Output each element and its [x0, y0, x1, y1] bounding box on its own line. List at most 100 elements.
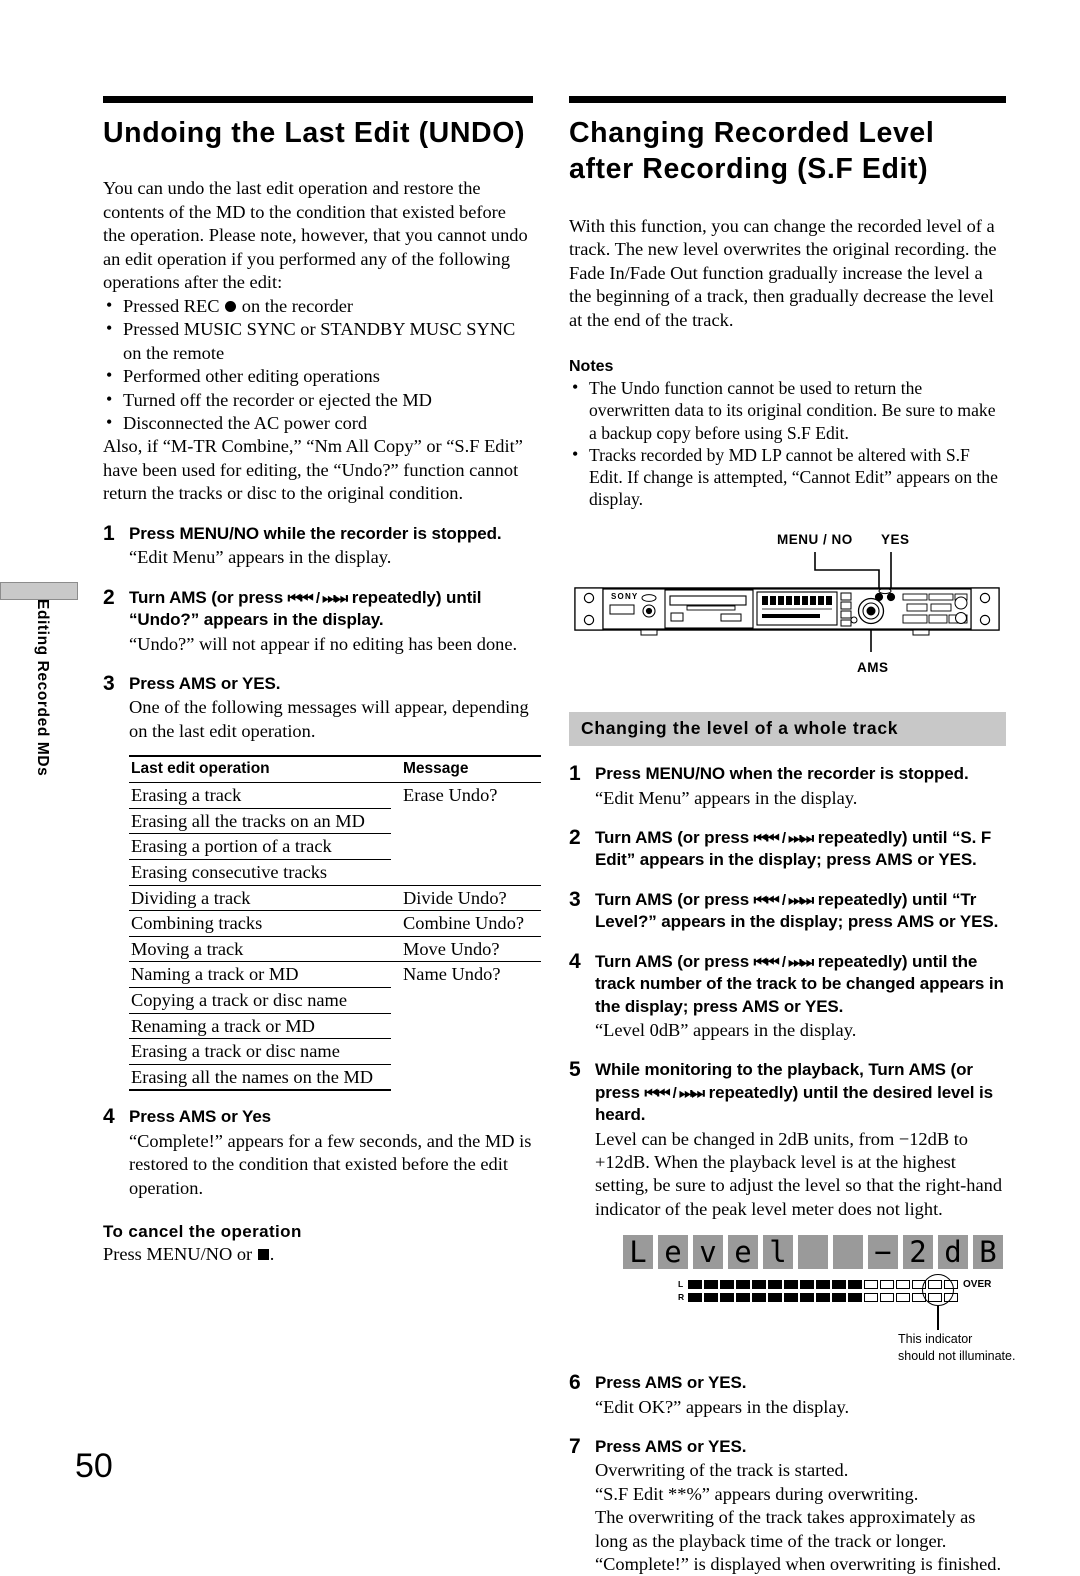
lcd-char: e — [728, 1235, 758, 1270]
page-title-right: Changing Recorded Level after Recording … — [569, 117, 935, 186]
side-tab-label: Editing Recorded MDs — [34, 599, 51, 777]
list-item: Pressed REC on the recorder — [103, 294, 533, 318]
side-tab-marker — [0, 582, 78, 600]
table-row: Naming a track or MD Name Undo? — [129, 961, 541, 988]
record-dot-icon — [225, 300, 237, 312]
step-lead: Turn AMS (or press ⏮⏮ / ⏭⏭ repeatedly) u… — [595, 951, 1006, 1018]
manual-page: Editing Recorded MDs Undoing the Last Ed… — [0, 0, 1080, 1574]
step-4: 4 Turn AMS (or press ⏮⏮ / ⏭⏭ repeatedly)… — [569, 950, 1006, 1043]
meter-segment — [816, 1293, 830, 1303]
meter-segment — [784, 1280, 798, 1290]
step-number: 4 — [569, 949, 581, 973]
meter-segment — [800, 1280, 814, 1290]
cell-operation: Erasing consecutive tracks — [129, 859, 391, 886]
notes-heading: Notes — [569, 358, 614, 376]
meter-segment — [688, 1293, 702, 1303]
step-lead: Turn AMS (or press ⏮⏮ / ⏭⏭ repeatedly) u… — [595, 889, 1006, 934]
meter-segment — [832, 1280, 846, 1290]
step-7: 7 Press AMS or YES. Overwriting of the t… — [569, 1435, 1006, 1576]
callout-line-2: should not illuminate. — [898, 1348, 1016, 1363]
cell-operation: Naming a track or MD — [129, 961, 391, 988]
callout-line-1: This indicator — [898, 1332, 973, 1347]
bullet-text-post: on the recorder — [237, 295, 354, 316]
meter-segment — [720, 1293, 734, 1303]
list-item: Pressed MUSIC SYNC or STANDBY MUSC SYNC … — [103, 317, 533, 365]
lcd-char: 2 — [903, 1235, 933, 1270]
meter-segment — [864, 1293, 878, 1303]
step-lead-part-a: Turn AMS (or press — [595, 951, 754, 971]
table-row: Combining tracks Combine Undo? — [129, 910, 541, 937]
table-row: Erasing a track Erase Undo? — [129, 782, 541, 886]
step-2: 2 Turn AMS (or press ⏮⏮ / ⏭⏭ repeatedly)… — [103, 586, 533, 656]
meter-segment — [864, 1280, 878, 1290]
cell-operation: Combining tracks — [129, 910, 391, 937]
cell-message: Erase Undo? — [391, 782, 541, 886]
meter-segment — [704, 1293, 718, 1303]
step-sub: “Undo?” will not appear if no editing ha… — [129, 633, 518, 654]
lcd-char: e — [658, 1235, 688, 1270]
step-lead: Press AMS or Yes — [129, 1107, 272, 1127]
meter-segment — [736, 1293, 750, 1303]
step-sub: “Edit OK?” appears in the display. — [595, 1396, 850, 1417]
step-lead: Press AMS or YES. — [129, 673, 281, 693]
step-sub: “S.F Edit **%” appears during overwritin… — [595, 1483, 919, 1504]
transport-skip-icons: ⏮⏮ / ⏭⏭ — [753, 953, 815, 971]
transport-skip-icons: ⏮⏮ / ⏭⏭ — [644, 1084, 706, 1102]
step-lead-part-a: Turn AMS (or press — [595, 827, 754, 847]
cell-operation: Erasing a track — [129, 782, 391, 809]
lcd-char: B — [973, 1235, 1003, 1270]
heading-rule-right — [569, 96, 1006, 103]
meter-segment — [688, 1280, 702, 1290]
step-number: 2 — [103, 585, 115, 609]
meter-segment — [720, 1280, 734, 1290]
column-header-operation: Last edit operation — [129, 755, 391, 784]
after-bullets-paragraph: Also, if “M-TR Combine,” “Nm All Copy” o… — [103, 436, 523, 504]
meter-label-right: R — [678, 1292, 685, 1303]
step-sub: Level can be changed in 2dB units, from … — [595, 1128, 1003, 1219]
cancel-text-post: . — [269, 1243, 275, 1264]
cell-message: Combine Undo? — [391, 910, 541, 937]
step-sub: “Complete!” is displayed when overwritin… — [595, 1553, 1002, 1574]
meter-segment — [784, 1293, 798, 1303]
lcd-char: − — [868, 1235, 898, 1270]
lcd-char: v — [693, 1235, 723, 1270]
step-sub: “Level 0dB” appears in the display. — [595, 1020, 857, 1041]
callout-leader-line — [937, 1306, 939, 1331]
column-header-message: Message — [391, 755, 541, 784]
stop-square-icon — [257, 1248, 269, 1260]
cell-operation: Erasing all the tracks on an MD — [129, 808, 391, 835]
step-6: 6 Press AMS or YES. “Edit OK?” appears i… — [569, 1371, 1006, 1419]
step-number: 3 — [569, 887, 581, 911]
step-2: 2 Turn AMS (or press ⏮⏮ / ⏭⏭ repeatedly)… — [569, 826, 1006, 872]
meter-segment — [880, 1280, 894, 1290]
page-number: 50 — [75, 1447, 113, 1485]
step-3: 3 Press AMS or YES. One of the following… — [103, 672, 541, 1092]
step-number: 1 — [103, 521, 115, 545]
notes-list: The Undo function cannot be used to retu… — [569, 376, 1006, 510]
meter-segment — [896, 1280, 910, 1290]
cell-message: Divide Undo? — [391, 885, 541, 912]
over-label: OVER — [963, 1279, 992, 1291]
svg-text:SONY: SONY — [611, 592, 638, 601]
step-number: 2 — [569, 825, 581, 849]
cancel-heading: To cancel the operation — [103, 1221, 302, 1241]
step-number: 6 — [569, 1371, 581, 1395]
callout-text: This indicator should not illuminate. — [898, 1331, 1015, 1364]
transport-skip-icons: ⏮⏮ / ⏭⏭ — [753, 891, 815, 909]
step-3: 3 Turn AMS (or press ⏮⏮ / ⏭⏭ repeatedly)… — [569, 888, 1006, 934]
list-item: The Undo function cannot be used to retu… — [569, 376, 1006, 443]
step-sub: Overwriting of the track is started. — [595, 1460, 849, 1481]
cell-operation: Erasing a track or disc name — [129, 1038, 391, 1065]
step-4: 4 Press AMS or Yes “Complete!” appears f… — [103, 1105, 533, 1200]
meter-segment — [752, 1280, 766, 1290]
step-number: 1 — [569, 762, 581, 786]
step-lead-part-a: Turn AMS (or press — [595, 889, 754, 909]
meter-segment — [832, 1293, 846, 1303]
lcd-char-blank — [833, 1235, 863, 1270]
cell-operation: Copying a track or disc name — [129, 987, 391, 1014]
step-lead: Press AMS or YES. — [595, 1373, 747, 1393]
lcd-char: d — [938, 1235, 968, 1270]
cell-operation: Erasing a portion of a track — [129, 833, 391, 860]
meter-segment — [800, 1293, 814, 1303]
cell-operation: Moving a track — [129, 936, 391, 963]
